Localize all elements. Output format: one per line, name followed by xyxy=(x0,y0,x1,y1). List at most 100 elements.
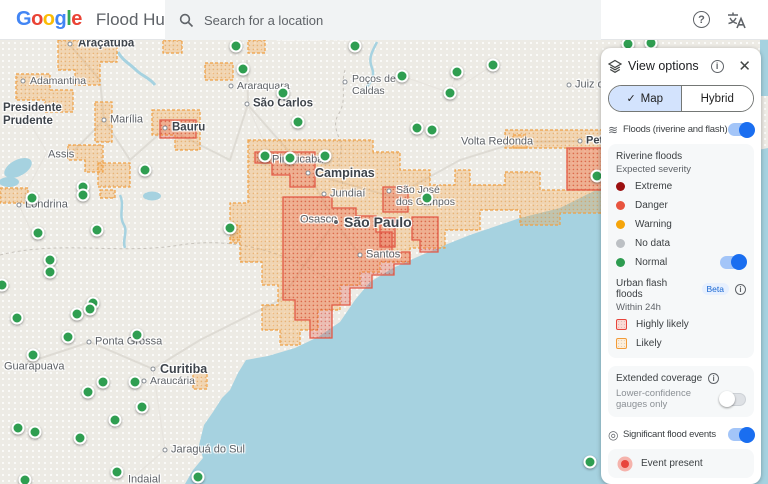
logo-letter: o xyxy=(31,8,43,30)
city-label: Jaraguá do Sul xyxy=(171,443,245,456)
city-marker xyxy=(566,82,572,88)
help-icon[interactable]: ? xyxy=(693,11,710,28)
gauge-marker[interactable] xyxy=(276,86,290,100)
gauge-marker[interactable] xyxy=(81,385,95,399)
gauge-marker[interactable] xyxy=(11,421,25,435)
city-marker xyxy=(16,202,22,208)
gauge-marker[interactable] xyxy=(110,465,124,479)
search-icon xyxy=(179,13,194,27)
gauge-marker[interactable] xyxy=(83,302,97,316)
city-marker xyxy=(162,125,168,131)
riverine-legend-row: Danger xyxy=(616,197,746,213)
city-label: Araucária xyxy=(150,374,195,387)
tab-map[interactable]: ✓ Map xyxy=(609,86,681,111)
gauge-marker[interactable] xyxy=(486,58,500,72)
gauge-marker[interactable] xyxy=(223,221,237,235)
gauge-marker[interactable] xyxy=(420,191,434,205)
city-label: Santos xyxy=(366,248,401,261)
search-input[interactable] xyxy=(204,12,544,28)
gauge-marker[interactable] xyxy=(70,307,84,321)
gauge-marker[interactable] xyxy=(25,191,39,205)
gauge-marker[interactable] xyxy=(443,86,457,100)
gauge-marker[interactable] xyxy=(135,400,149,414)
gauge-marker[interactable] xyxy=(76,188,90,202)
city-label: Ribeirão Preto xyxy=(277,40,356,44)
significant-events-toggle[interactable] xyxy=(728,426,755,443)
gauge-marker[interactable] xyxy=(229,40,243,53)
city-marker xyxy=(357,252,363,258)
gauge-marker[interactable] xyxy=(18,473,32,484)
gauge-marker[interactable] xyxy=(90,223,104,237)
city-label: Osasco xyxy=(300,213,338,226)
gauge-marker[interactable] xyxy=(425,123,439,137)
gauge-marker[interactable] xyxy=(191,470,205,484)
event-legend-block: Event present xyxy=(608,449,754,478)
severity-dot-icon xyxy=(616,238,625,248)
check-icon: ✓ xyxy=(626,93,636,105)
floods-toggle[interactable] xyxy=(728,121,755,138)
gauge-marker[interactable] xyxy=(96,375,110,389)
urban-info-icon[interactable]: i xyxy=(735,283,746,295)
severity-dot-icon xyxy=(616,219,625,229)
gauge-marker[interactable] xyxy=(10,311,24,325)
gauge-marker[interactable] xyxy=(291,115,305,129)
gauge-marker[interactable] xyxy=(583,455,597,469)
city-label: Campinas xyxy=(315,165,375,180)
floods-legend-block: Riverine floods Expected severity Extrem… xyxy=(608,144,754,358)
gauge-marker[interactable] xyxy=(128,375,142,389)
lake xyxy=(0,177,19,187)
normal-gauges-toggle[interactable] xyxy=(720,254,747,270)
beta-badge: Beta xyxy=(701,283,730,295)
gauge-marker[interactable] xyxy=(138,163,152,177)
search-bar[interactable] xyxy=(165,0,601,40)
riverine-legend-row: No data xyxy=(616,235,746,251)
gauge-marker[interactable] xyxy=(31,226,45,240)
gauge-marker[interactable] xyxy=(61,330,75,344)
app-header: Google Flood Hub ? xyxy=(0,0,768,40)
gauge-marker[interactable] xyxy=(28,425,42,439)
flash-flood-square-icon xyxy=(616,337,627,349)
view-options-info-icon[interactable]: i xyxy=(710,59,724,73)
translate-icon[interactable] xyxy=(726,9,748,31)
gauge-marker[interactable] xyxy=(108,413,122,427)
extended-coverage-subtitle: Lower-confidence gauges only xyxy=(616,388,691,410)
tab-hybrid[interactable]: Hybrid xyxy=(680,86,753,111)
city-marker xyxy=(386,188,392,194)
gauge-marker[interactable] xyxy=(236,62,250,76)
urban-legend-row: Likely xyxy=(616,335,746,351)
city-label: Adamantina xyxy=(30,74,87,87)
gauge-marker[interactable] xyxy=(73,431,87,445)
gauge-marker[interactable] xyxy=(258,149,272,163)
gauge-marker[interactable] xyxy=(410,121,424,135)
tab-label: Map xyxy=(640,92,664,105)
significant-events-row: ◎ Significant flood events xyxy=(608,426,755,443)
city-label: Piracicaba xyxy=(272,153,324,166)
city-label: Araçatuba xyxy=(78,40,135,50)
gauge-marker[interactable] xyxy=(348,40,362,53)
gauge-marker[interactable] xyxy=(130,328,144,342)
extended-info-icon[interactable]: i xyxy=(708,373,720,384)
gauge-marker[interactable] xyxy=(283,151,297,165)
city-marker xyxy=(101,117,107,123)
waves-icon: ≋ xyxy=(608,122,619,137)
gauge-marker[interactable] xyxy=(395,69,409,83)
riverine-subtitle: Expected severity xyxy=(616,164,691,175)
logo-letter: g xyxy=(54,8,67,30)
logo-letter: G xyxy=(16,8,32,30)
google-logo[interactable]: Google xyxy=(16,8,82,31)
ocean-strip xyxy=(760,40,768,96)
gauge-marker[interactable] xyxy=(318,149,332,163)
layers-icon xyxy=(608,59,622,73)
gauge-marker[interactable] xyxy=(43,265,57,279)
flash-flood-label: Highly likely xyxy=(636,318,689,330)
riverine-legend-row: Extreme xyxy=(616,178,746,194)
severity-label: Warning xyxy=(635,218,672,230)
riverine-legend-row: Normal xyxy=(616,254,747,270)
target-icon: ◎ xyxy=(608,427,619,442)
city-marker xyxy=(305,170,311,176)
close-icon[interactable]: ✕ xyxy=(735,57,754,75)
gauge-marker[interactable] xyxy=(26,348,40,362)
gauge-marker[interactable] xyxy=(450,65,464,79)
logo-letter: o xyxy=(42,8,55,30)
extended-coverage-toggle[interactable] xyxy=(719,391,746,407)
